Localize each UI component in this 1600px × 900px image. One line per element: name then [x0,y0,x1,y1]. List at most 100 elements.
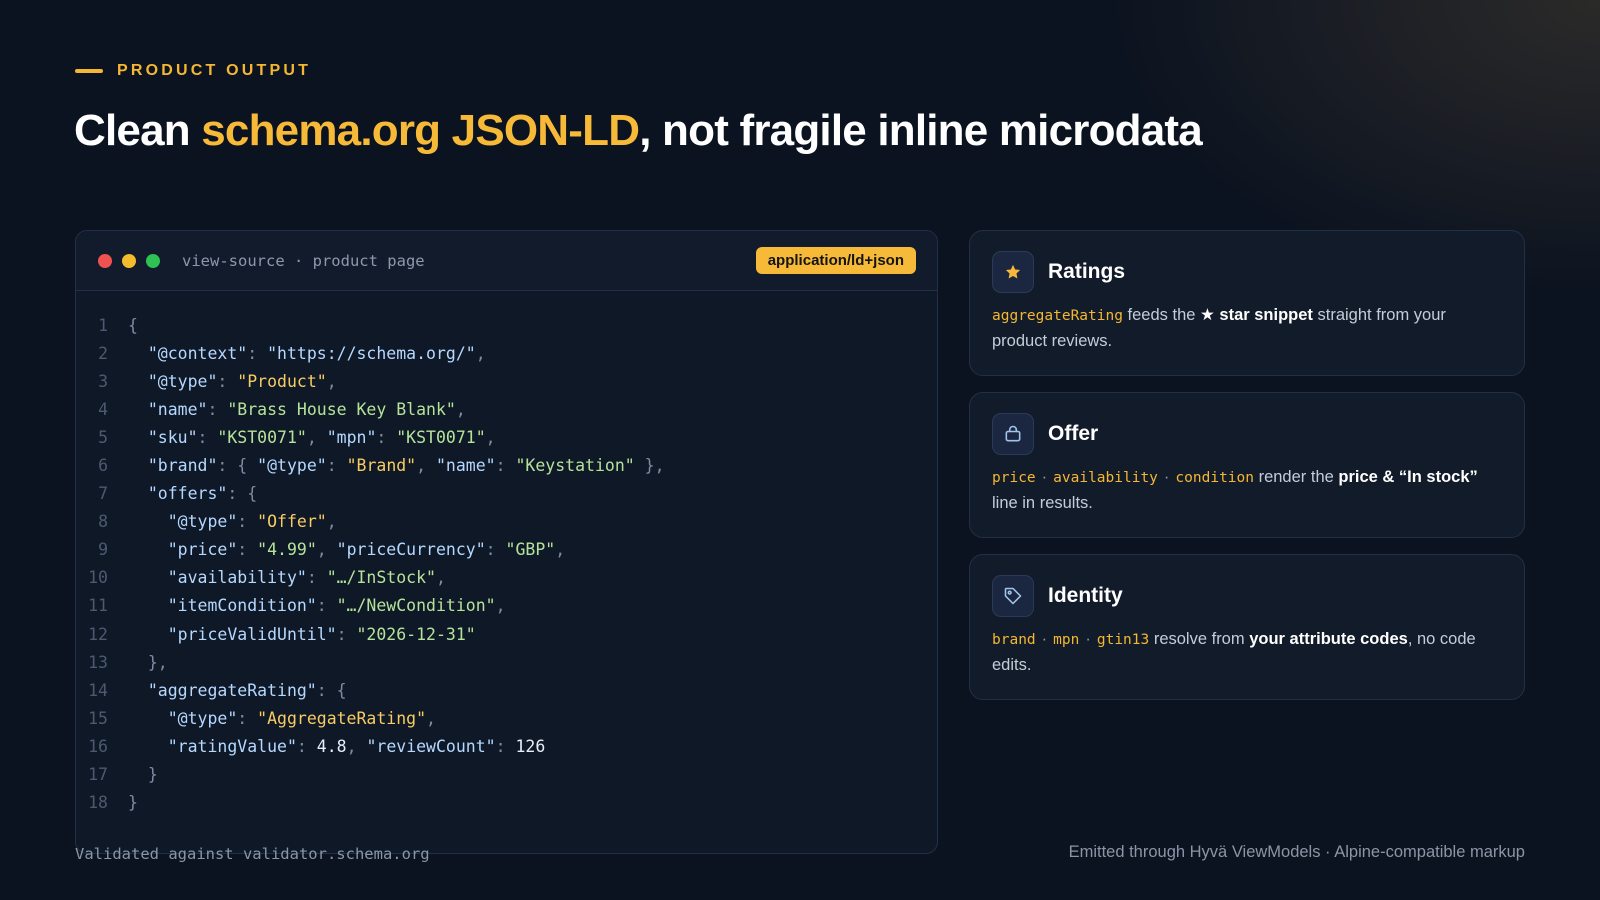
code-token: : { [217,456,258,476]
eyebrow-label: PRODUCT OUTPUT [117,62,312,79]
desc-emphasis: ★ star snippet [1200,306,1313,324]
tag-icon [992,575,1034,617]
code-line: 10 "availability": "…/InStock", [76,564,937,592]
line-number: 17 [88,765,108,785]
line-number: 6 [98,456,108,476]
code-token: { [128,315,138,335]
code-token: , [306,427,327,447]
code-line: 9 "price": "4.99", "priceCurrency": "GBP… [76,536,937,564]
code-token: : [197,427,218,447]
code-token: } [128,793,138,813]
code-line: 17 } [76,761,937,789]
code-token: } [128,765,158,785]
code-token: , [316,540,337,560]
code-text: "@type": "AggregateRating", [128,709,436,728]
line-number: 4 [98,399,108,419]
star-icon [992,251,1034,293]
ratings-card-title: Ratings [1048,260,1126,283]
offer-card: Offer price · availability · condition rende… [969,392,1525,538]
identity-card-title: Identity [1048,584,1123,607]
ratings-card: Ratings aggregateRating feeds the ★ star… [969,230,1525,376]
maximize-window-dot[interactable] [146,253,160,268]
code-token: "AggregateRating" [257,708,427,728]
code-token: , [495,596,506,616]
desc-emphasis: your attribute codes [1249,630,1408,648]
code-token: : [336,624,357,644]
line-number: 3 [98,371,108,391]
code-line: 18} [76,789,937,817]
code-token: "https://schema.org/" [267,343,476,363]
code-line: 7 "offers": { [76,480,937,508]
code-token: : [207,399,228,419]
code-token: "itemCondition" [128,596,317,616]
line-number: 11 [88,596,108,616]
code-line: 3 "@type": "Product", [76,367,937,395]
code-text: "sku": "KST0071", "mpn": "KST0071", [128,428,496,447]
code-token: "priceValidUntil" [128,624,337,644]
code-token: "price" [128,540,238,560]
mime-type-badge: application/ld+json [755,247,916,274]
code-token: : [376,427,397,447]
code-token: price [992,470,1036,486]
ratings-card-header: Ratings [992,251,1502,293]
code-text: } [128,765,158,784]
emission-note: Emitted through Hyvä ViewModels · Alpine… [1068,843,1525,861]
code-token: : [247,343,268,363]
code-line: 13 }, [76,648,937,676]
code-line: 8 "@type": "Offer", [76,508,937,536]
code-text: "offers": { [128,484,257,503]
code-line: 5 "sku": "KST0071", "mpn": "KST0071", [76,423,937,451]
code-token: : [306,568,327,588]
code-text: { [128,316,138,335]
code-token: "Brand" [346,456,417,476]
code-token: : [495,456,516,476]
code-token: : [237,512,258,532]
code-text: "aggregateRating": { [128,681,347,700]
code-line: 2 "@context": "https://schema.org/", [76,339,937,367]
desc-text: feeds the [1122,306,1201,324]
code-window-title: view-source · product page [182,251,425,270]
code-token: : [296,736,317,756]
code-text: "availability": "…/InStock", [128,568,446,587]
code-token: "GBP" [505,540,556,560]
code-line: 11 "itemCondition": "…/NewCondition", [76,592,937,620]
code-token: : [485,540,506,560]
code-token: mpn [1053,632,1080,648]
code-token: "Product" [237,371,327,391]
token-separator: · [1041,630,1048,648]
code-token: , [485,427,496,447]
code-token: : { [227,484,258,504]
code-window: view-source · product page application/l… [75,230,938,854]
code-token: "@type" [128,708,238,728]
line-number: 9 [98,540,108,560]
code-token: , [455,399,466,419]
code-token: , [416,456,436,476]
code-token: "priceCurrency" [336,540,486,560]
close-window-dot[interactable] [98,253,112,268]
code-token: "availability" [128,568,307,588]
line-number: 8 [98,512,108,532]
code-text: "ratingValue": 4.8, "reviewCount": 126 [128,736,546,756]
code-token: : [237,540,258,560]
line-number: 13 [88,652,108,672]
code-line: 6 "brand": { "@type": "Brand", "name": "… [76,451,937,479]
code-text: "@type": "Offer", [128,512,337,531]
offer-card-description: price · availability · condition render the … [992,465,1502,516]
code-line: 15 "@type": "AggregateRating", [76,704,937,732]
title-accent: schema.org JSON-LD [201,106,640,155]
code-text: "price": "4.99", "priceCurrency": "GBP", [128,540,565,559]
identity-card-description: brand · mpn · gtin13 resolve from your attri… [992,627,1502,678]
code-line: 4 "name": "Brass House Key Blank", [76,395,937,423]
code-token: , [326,512,337,532]
code-token: "reviewCount" [366,736,496,756]
code-token: "2026-12-31" [356,624,476,644]
line-number: 14 [88,680,108,700]
identity-card-header: Identity [992,575,1502,617]
code-listing: 1{2 "@context": "https://schema.org/", 3 … [76,291,937,817]
line-number: 2 [98,343,108,363]
minimize-window-dot[interactable] [122,253,136,268]
code-token: : [217,371,238,391]
code-token: : { [316,680,347,700]
line-number: 16 [88,736,108,756]
ratings-card-description: aggregateRating feeds the ★ star snippet… [992,303,1502,354]
